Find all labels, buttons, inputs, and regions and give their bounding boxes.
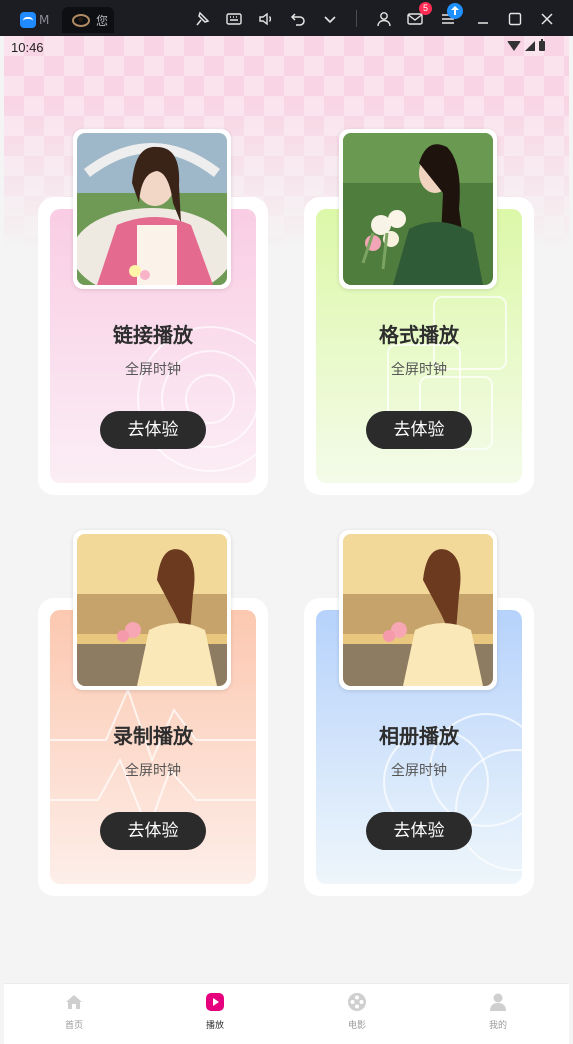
wifi-icon: [507, 41, 521, 51]
user-icon[interactable]: [375, 10, 393, 28]
toolbar-divider: [356, 10, 357, 27]
card-link-play-photo: [73, 129, 231, 289]
app-tab-2[interactable]: 您: [62, 7, 114, 33]
status-time: 10:46: [11, 40, 44, 55]
card-title: 相册播放: [379, 724, 459, 748]
card-album-play-photo: [339, 530, 497, 690]
nav-play-label: 播放: [205, 1021, 224, 1031]
try-button[interactable]: 去体验: [366, 411, 472, 449]
pin-icon[interactable]: [193, 10, 211, 28]
app-tab-1-label: M: [39, 13, 50, 27]
app-tab-1[interactable]: M: [14, 7, 56, 33]
card-subtitle: 全屏时钟: [391, 763, 447, 779]
battery-icon: [539, 39, 545, 51]
card-subtitle: 全屏时钟: [391, 362, 447, 378]
signal-icon: [525, 41, 535, 51]
status-icons: [507, 39, 545, 51]
card-title: 录制播放: [113, 724, 193, 748]
home-icon: [66, 995, 82, 1009]
minimize-icon[interactable]: [474, 10, 492, 28]
eye-icon: [72, 13, 90, 27]
keyboard-icon[interactable]: [225, 10, 243, 28]
emulator-title-bar: M 您 5: [0, 0, 573, 36]
bottom-nav: 首页 播放 电影 我的: [4, 983, 569, 1044]
card-format-play-photo: [339, 129, 497, 289]
play-icon: [206, 993, 224, 1011]
phone-screen: 10:46 链接播放 全屏时钟 去体验 格式播放 全屏时钟 去体验 录制播放 全…: [4, 36, 569, 1044]
close-icon[interactable]: [538, 10, 556, 28]
nav-movies[interactable]: 电影: [317, 992, 397, 1031]
nav-play[interactable]: 播放: [175, 992, 255, 1031]
card-title: 格式播放: [379, 323, 459, 347]
update-arrow-icon[interactable]: [447, 3, 463, 19]
chevron-down-icon[interactable]: [321, 10, 339, 28]
try-button[interactable]: 去体验: [366, 812, 472, 850]
card-subtitle: 全屏时钟: [125, 763, 181, 779]
nav-profile[interactable]: 我的: [458, 992, 538, 1031]
card-record-play-photo: [73, 530, 231, 690]
card-title: 链接播放: [113, 323, 193, 347]
maximize-icon[interactable]: [506, 10, 524, 28]
status-bar: 10:46: [4, 36, 569, 58]
nav-profile-label: 我的: [488, 1021, 507, 1031]
film-reel-icon: [348, 993, 366, 1011]
notification-badge: 5: [419, 2, 432, 15]
app-logo-icon: [20, 12, 36, 28]
nav-home[interactable]: 首页: [34, 992, 114, 1031]
volume-icon[interactable]: [257, 10, 275, 28]
card-subtitle: 全屏时钟: [125, 362, 181, 378]
app-tab-2-label: 您: [96, 13, 109, 28]
try-button[interactable]: 去体验: [100, 411, 206, 449]
nav-home-label: 首页: [64, 1021, 83, 1031]
try-button[interactable]: 去体验: [100, 812, 206, 850]
nav-movies-label: 电影: [347, 1021, 366, 1031]
undo-icon[interactable]: [289, 10, 307, 28]
profile-icon: [490, 993, 506, 1011]
